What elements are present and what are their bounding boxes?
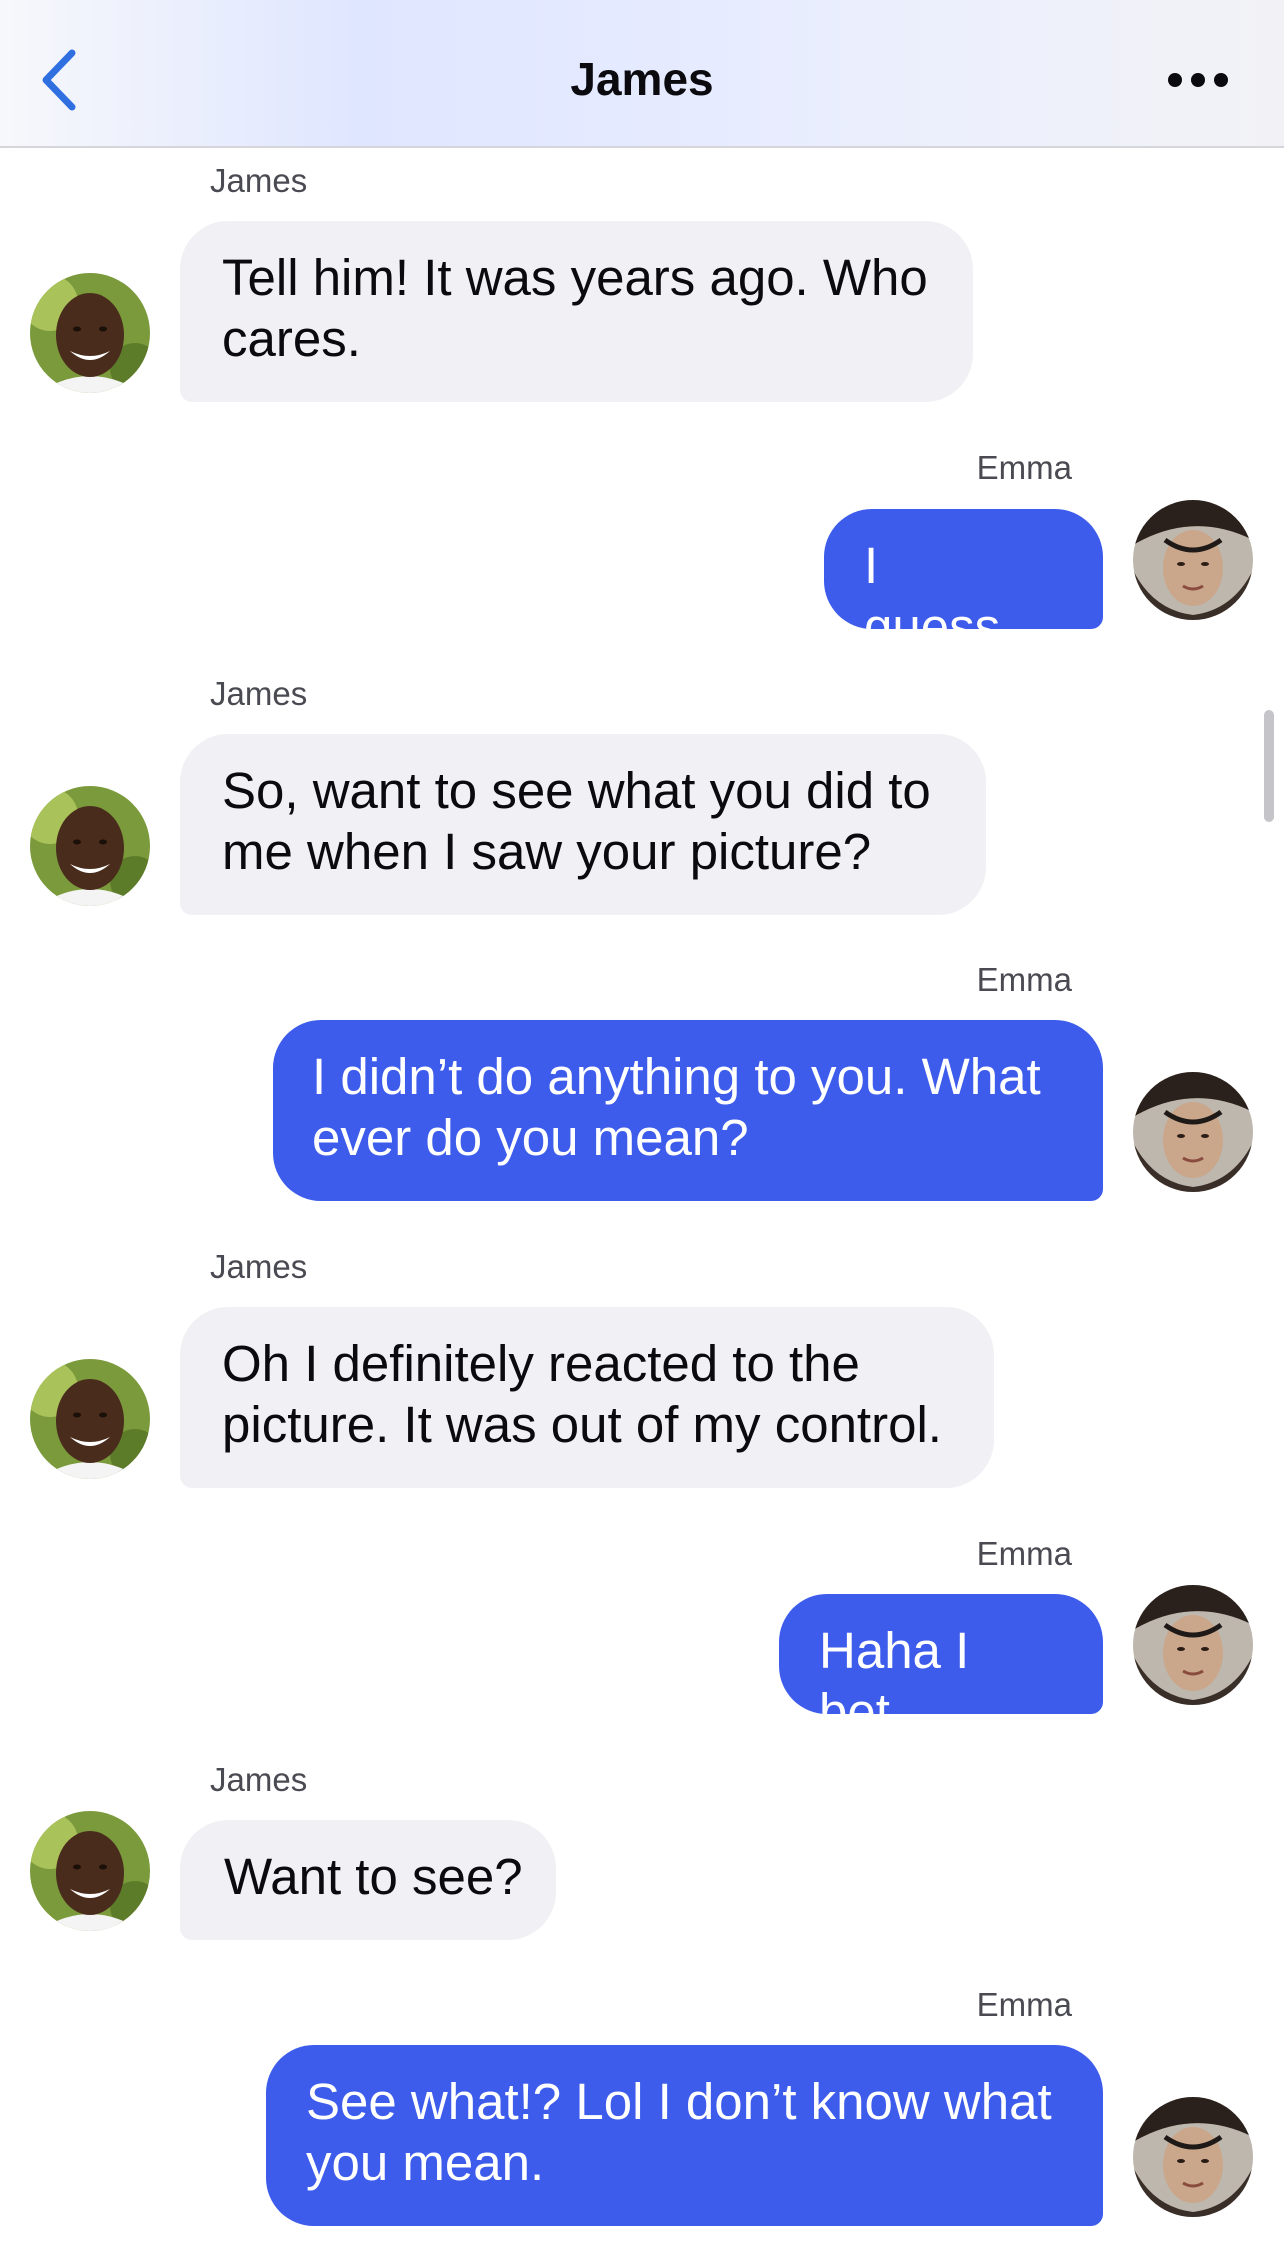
james-avatar[interactable]	[30, 786, 150, 906]
sender-name: Emma	[976, 1535, 1072, 1572]
emma-avatar[interactable]	[1133, 1072, 1253, 1192]
outgoing-message-bubble[interactable]: I didn’t do anything to you. What ever d…	[273, 1020, 1103, 1201]
ellipsis-icon	[1168, 73, 1228, 87]
outgoing-message-bubble[interactable]: Haha I bet.	[779, 1594, 1103, 1740]
james-avatar[interactable]	[30, 1359, 150, 1479]
sender-name: James	[210, 162, 308, 199]
outgoing-message-bubble[interactable]: I guess...	[824, 509, 1103, 655]
incoming-message-bubble[interactable]: Tell him! It was years ago. Who cares.	[180, 221, 973, 402]
emma-avatar[interactable]	[1133, 500, 1253, 620]
sender-name: Emma	[976, 1986, 1072, 2023]
sender-name: James	[210, 1248, 308, 1285]
incoming-message-bubble[interactable]: So, want to see what you did to me when …	[180, 734, 986, 915]
sender-name: Emma	[976, 961, 1072, 998]
james-avatar[interactable]	[30, 1811, 150, 1931]
sender-name: James	[210, 675, 308, 712]
incoming-message-bubble[interactable]: Want to see?	[180, 1820, 556, 1940]
scrollbar-thumb[interactable]	[1264, 710, 1274, 822]
more-options-button[interactable]	[1166, 60, 1230, 100]
outgoing-message-bubble[interactable]: See what!? Lol I don’t know what you mea…	[266, 2045, 1103, 2226]
emma-avatar[interactable]	[1133, 1585, 1253, 1705]
sender-name: Emma	[976, 449, 1072, 486]
chat-header: James	[0, 0, 1284, 148]
james-avatar[interactable]	[30, 273, 150, 393]
incoming-message-bubble[interactable]: Oh I definitely reacted to the picture. …	[180, 1307, 994, 1488]
emma-avatar[interactable]	[1133, 2097, 1253, 2217]
sender-name: James	[210, 1761, 308, 1798]
conversation-title: James	[570, 53, 714, 105]
